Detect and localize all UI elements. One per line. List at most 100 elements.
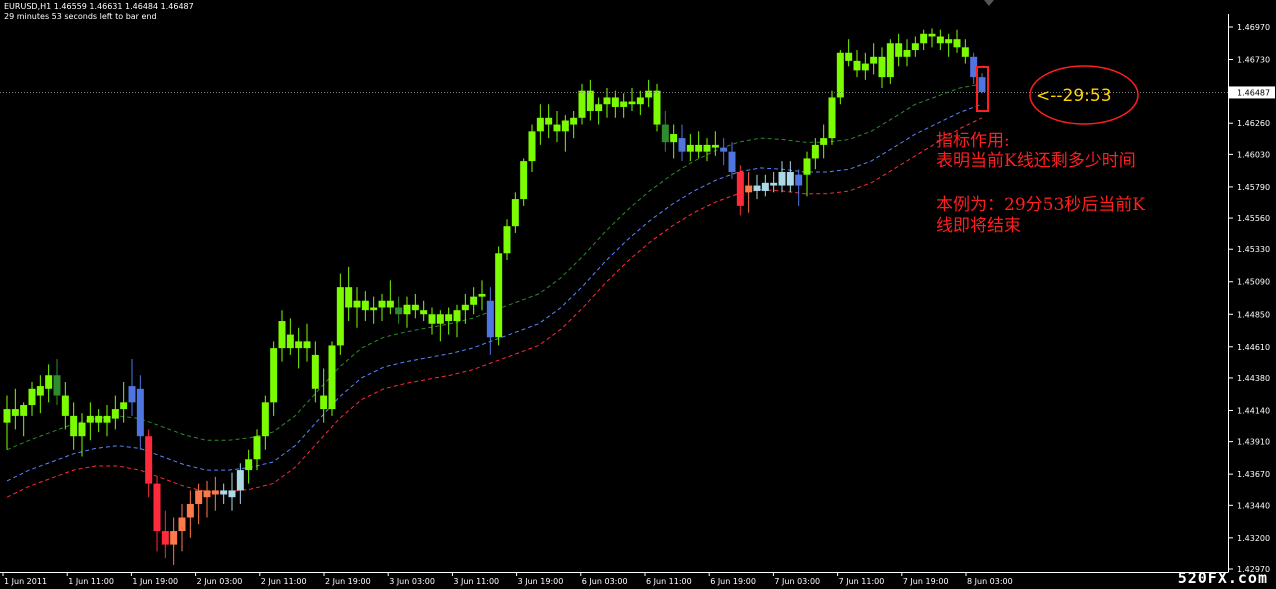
countdown-label: <--29:53	[1036, 86, 1112, 106]
candle-body	[603, 97, 611, 105]
price-tick-label: 1.46487	[1237, 88, 1270, 97]
candle-body	[745, 185, 753, 193]
time-tick-label: 2 Jun 19:00	[325, 577, 371, 586]
price-tick-label: 1.44850	[1237, 310, 1270, 319]
candle-body	[361, 300, 369, 311]
candle-body	[820, 138, 828, 145]
candle-body	[736, 171, 744, 206]
candle-body	[228, 490, 236, 498]
annotation-line-4: 线即将结束	[936, 216, 1021, 236]
candle-body	[145, 436, 153, 484]
candle-body	[961, 47, 969, 57]
candle-body	[411, 304, 419, 311]
candle	[520, 158, 528, 206]
candle-body	[278, 321, 286, 349]
time-tick-label: 7 Jun 19:00	[903, 577, 949, 586]
time-tick-label: 2 Jun 03:00	[197, 577, 243, 586]
annotation-line-1: 指标作用:	[936, 131, 1010, 151]
candle-body	[828, 97, 836, 139]
candle-body	[286, 334, 294, 349]
candle-body	[320, 395, 328, 410]
candle-body	[703, 144, 711, 152]
candle-body	[545, 117, 553, 125]
candle-body	[911, 43, 919, 51]
time-tick-label: 8 Jun 03:00	[967, 577, 1013, 586]
candle-body	[478, 293, 486, 297]
candle-body	[953, 39, 961, 48]
candle-body	[270, 348, 278, 403]
watermark: 520FX.com	[1177, 569, 1268, 587]
candle-body	[811, 144, 819, 159]
candle-body	[936, 36, 944, 44]
candle-body	[786, 171, 794, 186]
candle-body	[503, 226, 511, 254]
candle-body	[686, 144, 694, 152]
candle-body	[595, 104, 603, 112]
candle-body	[78, 422, 86, 437]
candle-body	[870, 56, 878, 64]
candle-body	[720, 147, 728, 152]
time-tick-label: 2 Jun 11:00	[261, 577, 307, 586]
candle-body	[678, 138, 686, 152]
candle-body	[428, 314, 436, 324]
candle	[328, 341, 336, 416]
candle-body	[3, 409, 11, 423]
candle-body	[236, 470, 244, 491]
time-tick-label: 1 Jun 2011	[4, 577, 47, 586]
candle-body	[370, 307, 378, 311]
price-tick-label: 1.46030	[1237, 150, 1270, 159]
time-tick-label: 1 Jun 11:00	[68, 577, 114, 586]
bar-timer-line: 29 minutes 53 seconds left to bar end	[4, 12, 157, 21]
candle-body	[120, 402, 128, 410]
candle-body	[903, 50, 911, 57]
candle-body	[328, 345, 336, 410]
candle-body	[211, 490, 219, 495]
price-tick-label: 1.46970	[1237, 23, 1270, 32]
candle-body	[95, 415, 103, 423]
time-tick-label: 3 Jun 11:00	[453, 577, 499, 586]
candle-body	[170, 531, 178, 545]
candle-body	[653, 90, 661, 125]
candle-body	[86, 415, 94, 423]
candle-body	[61, 395, 69, 416]
candle-body	[611, 97, 619, 107]
candle-body	[436, 314, 444, 324]
candle-body	[728, 151, 736, 172]
candle-body	[311, 354, 319, 389]
candle	[653, 83, 661, 132]
candle-body	[670, 134, 678, 143]
candle-body	[803, 158, 811, 175]
candle-body	[536, 117, 544, 132]
candle-body	[153, 483, 161, 532]
candle	[495, 246, 503, 346]
candle-body	[520, 161, 528, 200]
candle-body	[195, 490, 203, 504]
candle-body	[470, 296, 478, 305]
price-tick-label: 1.43910	[1237, 438, 1270, 447]
candle-body	[586, 90, 594, 112]
candle-body	[445, 314, 453, 322]
candle-body	[486, 300, 494, 338]
candle-body	[203, 490, 211, 498]
candle-body	[53, 375, 61, 396]
price-tick-label: 1.44610	[1237, 343, 1270, 352]
candle-body	[511, 199, 519, 227]
price-tick-label: 1.46260	[1237, 119, 1270, 128]
candle-body	[161, 531, 169, 545]
candle-body	[20, 405, 28, 416]
candle-body	[70, 415, 78, 437]
candle-body	[945, 39, 953, 44]
candle-body	[178, 517, 186, 532]
candle-body	[103, 415, 111, 423]
time-tick-label: 3 Jun 19:00	[518, 577, 564, 586]
time-tick-label: 7 Jun 03:00	[774, 577, 820, 586]
candle-body	[253, 436, 261, 460]
candle	[828, 90, 836, 145]
candle-body	[245, 459, 253, 471]
annotation-line-3: 本例为：29分53秒后当前K	[936, 195, 1145, 215]
annotation-line-2: 表明当前K线还剩多少时间	[936, 151, 1136, 171]
candle-body	[420, 310, 428, 315]
candle	[836, 50, 844, 105]
candle-body	[461, 304, 469, 311]
candle-body	[711, 144, 719, 148]
